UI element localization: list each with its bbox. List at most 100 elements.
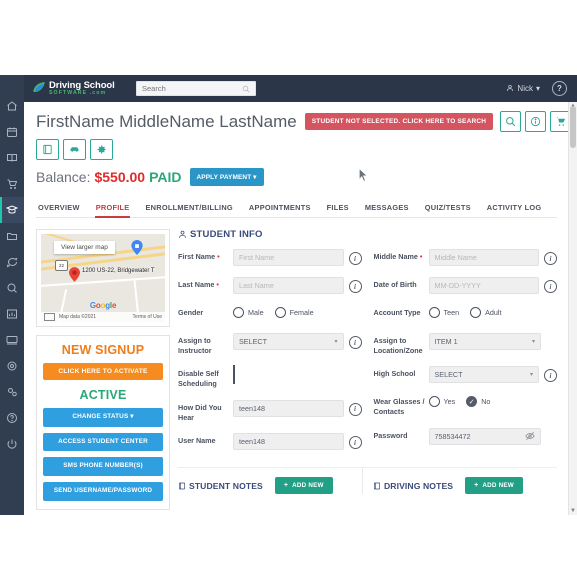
label-text: User Name <box>178 436 216 446</box>
sidebar-item-help[interactable] <box>0 405 24 431</box>
map-terms-link[interactable]: Terms of Use <box>133 314 162 320</box>
radio-gender-female[interactable] <box>274 307 286 318</box>
global-search-box[interactable] <box>136 81 256 96</box>
field-value-last-name: Last Name <box>239 281 274 290</box>
map[interactable]: 22 View larger map 1200 US-22, Bridgewat <box>41 234 165 322</box>
checkbox-disable-self-scheduling[interactable] <box>233 365 235 385</box>
info-icon[interactable]: i <box>348 336 362 349</box>
notes-title-text: STUDENT NOTES <box>189 480 263 491</box>
add-new-note-button[interactable]: + ADD NEW <box>465 477 523 495</box>
sidebar-item-messages[interactable] <box>0 249 24 275</box>
info-icon[interactable]: i <box>544 252 557 265</box>
sidebar-item-online[interactable] <box>0 327 24 353</box>
tab-files[interactable]: FILES <box>319 203 357 217</box>
activate-button[interactable]: CLICK HERE TO ACTIVATE <box>43 363 163 380</box>
help-icon[interactable]: ? <box>552 81 567 96</box>
label-text: Assign to Location/Zone <box>373 336 423 355</box>
scroll-down-arrow-icon[interactable]: ▼ <box>569 507 577 515</box>
field-input-last-name[interactable]: Last Name <box>233 277 344 294</box>
balance-status: PAID <box>149 169 182 185</box>
location-map-card: 22 View larger map 1200 US-22, Bridgewat <box>36 229 170 327</box>
info-icon[interactable]: i <box>348 280 362 293</box>
radio-gender-male[interactable] <box>233 307 244 318</box>
send-username-password-button[interactable]: SEND USERNAME/PASSWORD <box>43 481 163 501</box>
scrollbar-thumb[interactable] <box>570 106 576 148</box>
tab-activity-log[interactable]: ACTIVITY LOG <box>479 203 550 217</box>
vertical-scrollbar[interactable]: ▲ ▼ <box>568 102 577 515</box>
apply-payment-button[interactable]: APPLY PAYMENT ▾ <box>189 168 264 186</box>
radio-label-female: Female <box>289 308 314 317</box>
sidebar-item-reports[interactable] <box>0 301 24 327</box>
sidebar-item-store[interactable] <box>0 171 24 197</box>
info-icon[interactable]: i <box>348 436 362 450</box>
user-menu[interactable]: Nick ▾ <box>506 84 540 94</box>
radio-group-gender: Male Female <box>233 305 346 318</box>
change-status-button[interactable]: CHANGE STATUS ▾ <box>43 408 163 427</box>
required-marker: • <box>214 280 219 289</box>
field-row-gender: Gender Male Female <box>178 305 362 322</box>
info-icon[interactable]: i <box>348 402 362 416</box>
sms-phone-numbers-button[interactable]: SMS PHONE NUMBER(S) <box>43 457 163 476</box>
sidebar-item-calendar[interactable] <box>0 119 24 145</box>
sidebar-item-logout[interactable] <box>0 431 24 457</box>
sidebar-item-admin[interactable] <box>0 379 24 405</box>
field-input-assign-to-location-zone[interactable]: ITEM 1 ▾ <box>428 333 541 350</box>
tab-appointments[interactable]: APPOINTMENTS <box>241 203 319 217</box>
fields-column-right: Middle Name • Middle Name i Date of Birth MM… <box>374 249 557 461</box>
info-icon[interactable]: i <box>544 280 557 293</box>
field-input-date-of-birth[interactable]: MM-DD-YYYY <box>428 277 539 294</box>
search-action-icon[interactable] <box>500 111 522 132</box>
radio-wear-glasses-contacts-no[interactable]: ✓ <box>466 396 478 408</box>
sidebar-item-settings[interactable] <box>0 353 24 379</box>
field-input-first-name[interactable]: First Name <box>233 249 344 266</box>
info-icon[interactable]: i <box>348 252 362 265</box>
eye-off-icon[interactable] <box>525 431 535 441</box>
field-row-first-name: First Name • First Name i <box>178 249 362 266</box>
balance-label: Balance: <box>36 169 91 185</box>
tab-messages[interactable]: MESSAGES <box>357 203 417 217</box>
route-shield-icon: 22 <box>55 260 68 271</box>
access-student-center-button[interactable]: ACCESS STUDENT CENTER <box>43 432 163 452</box>
sidebar-item-courses[interactable] <box>0 145 24 171</box>
add-new-note-button[interactable]: + ADD NEW <box>274 477 333 495</box>
sidebar-item-students[interactable] <box>0 197 24 223</box>
student-info-title: STUDENT INFO <box>190 229 263 240</box>
add-new-label: ADD NEW <box>482 482 514 490</box>
tab-profile[interactable]: PROFILE <box>88 203 138 218</box>
map-location-pin-icon <box>69 267 80 282</box>
sidebar-item-files[interactable] <box>0 223 24 249</box>
app-screenshot: Driving School SOFTWARE .com Nick ▾ ? <box>0 0 577 577</box>
view-larger-map-button[interactable]: View larger map <box>54 241 115 254</box>
radio-account-type-adult[interactable] <box>470 307 482 318</box>
field-input-password[interactable]: 758534472 <box>428 427 541 445</box>
field-input-how-did-you-hear[interactable]: teen148 <box>233 399 344 417</box>
field-label-date-of-birth: Date of Birth <box>374 277 429 290</box>
app-logo[interactable]: Driving School SOFTWARE .com <box>32 81 128 97</box>
balance-row: Balance: $550.00 PAID APPLY PAYMENT ▾ <box>36 168 557 186</box>
page-content: FirstName MiddleName LastName STUDENT NO… <box>24 102 577 515</box>
tab-enrollment-billing[interactable]: ENROLLMENT/BILLING <box>137 203 240 217</box>
field-input-assign-to-instructor[interactable]: SELECT ▾ <box>233 333 344 350</box>
sidebar-item-search[interactable] <box>0 275 24 301</box>
search-input[interactable] <box>142 84 242 93</box>
student-not-selected-badge[interactable]: STUDENT NOT SELECTED. CLICK HERE TO SEAR… <box>304 113 494 130</box>
signup-status-card: NEW SIGNUP CLICK HERE TO ACTIVATE ACTIVE… <box>36 335 170 510</box>
field-input-middle-name[interactable]: Middle Name <box>428 249 539 266</box>
field-input-high-school[interactable]: SELECT ▾ <box>428 366 539 384</box>
new-signup-heading: NEW SIGNUP <box>61 343 145 357</box>
field-row-how-did-you-hear: How Did You Hear teen148 i <box>178 399 362 422</box>
field-label-assign-to-location-zone: Assign to Location/Zone <box>374 333 429 355</box>
notebook-quick-icon[interactable] <box>36 139 59 160</box>
info-action-icon[interactable] <box>525 111 547 132</box>
sidebar-item-home[interactable] <box>0 93 24 119</box>
tab-overview[interactable]: OVERVIEW <box>36 203 88 217</box>
car-quick-icon[interactable] <box>63 139 86 160</box>
radio-account-type-teen[interactable] <box>428 307 440 318</box>
info-icon[interactable]: i <box>544 369 557 383</box>
radio-wear-glasses-contacts-yes[interactable] <box>428 396 440 408</box>
tab-quiz-tests[interactable]: QUIZ/TESTS <box>417 203 479 217</box>
gear-quick-icon[interactable] <box>90 139 113 160</box>
plus-icon: + <box>283 482 289 490</box>
field-label-account-type: Account Type <box>374 305 429 318</box>
field-input-user-name[interactable]: teen148 <box>233 433 344 451</box>
